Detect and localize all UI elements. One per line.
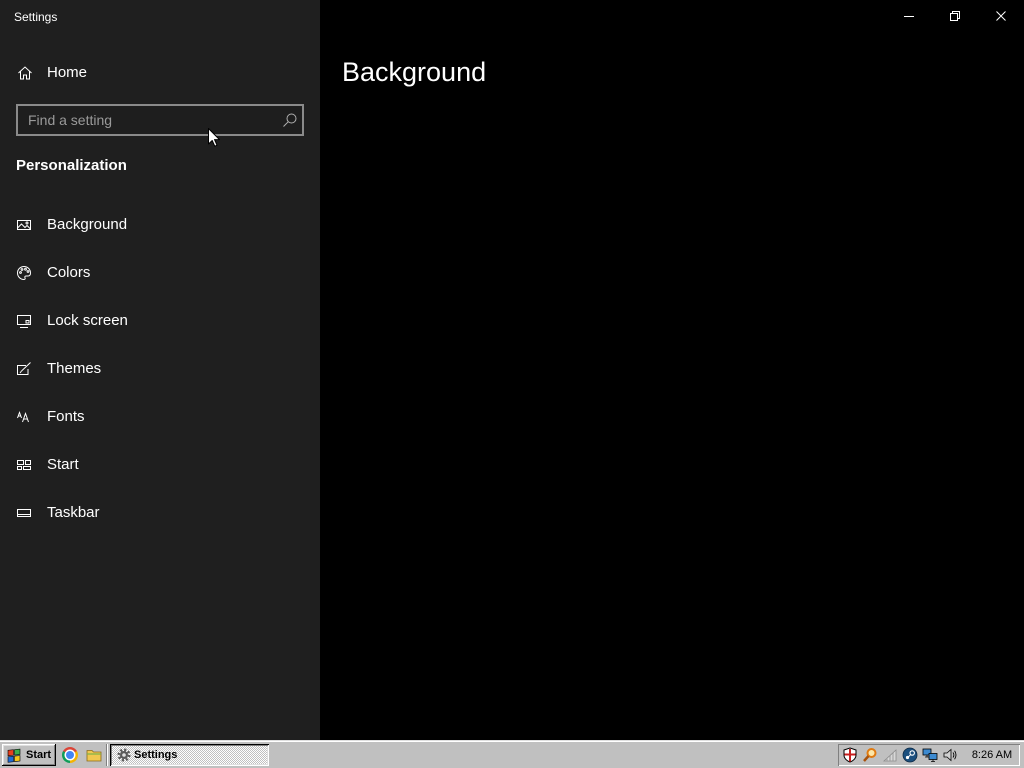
home-icon	[17, 65, 33, 81]
folder-icon[interactable]	[86, 747, 102, 763]
steam-icon[interactable]	[902, 747, 918, 763]
settings-content: Background	[320, 0, 1024, 740]
close-button[interactable]	[978, 0, 1024, 32]
taskbar: Start Settings 8:26 AM	[0, 740, 1024, 768]
search-icon[interactable]	[282, 112, 298, 128]
start-label: Start	[26, 749, 52, 761]
sidebar-item-taskbar[interactable]: Taskbar	[0, 497, 320, 529]
network-icon[interactable]	[922, 747, 938, 763]
sidebar-item-label: Lock screen	[47, 312, 128, 329]
sidebar-item-themes[interactable]: Themes	[0, 353, 320, 385]
tray-clock[interactable]: 8:26 AM	[968, 744, 1016, 766]
sidebar-item-label: Themes	[47, 360, 102, 377]
minimize-button[interactable]	[886, 0, 932, 32]
sidebar-item-start[interactable]: Start	[0, 449, 320, 481]
search-input[interactable]	[28, 106, 278, 134]
desktop-screen: Settings Home Personalization Background	[0, 0, 1024, 768]
search-tool-icon[interactable]	[862, 747, 878, 763]
restore-button[interactable]	[932, 0, 978, 32]
wireless-signal-icon[interactable]	[882, 747, 898, 763]
minimize-icon	[904, 16, 914, 17]
sidebar-item-background[interactable]: Background	[0, 209, 320, 241]
sidebar-item-fonts[interactable]: Fonts	[0, 401, 320, 433]
security-shield-icon[interactable]	[842, 747, 858, 763]
start-tiles-icon	[16, 457, 32, 473]
sidebar-item-label: Fonts	[47, 408, 85, 425]
start-button[interactable]: Start	[2, 744, 56, 766]
volume-icon[interactable]	[942, 747, 958, 763]
lock-screen-icon	[16, 313, 32, 329]
system-tray: 8:26 AM	[838, 744, 1020, 766]
sidebar-item-label: Start	[47, 456, 79, 473]
settings-window: Settings Home Personalization Background	[0, 0, 1024, 740]
windows-flag-icon	[6, 747, 22, 763]
page-title: Background	[342, 57, 487, 87]
sidebar-item-lock-screen[interactable]: Lock screen	[0, 305, 320, 337]
window-controls	[886, 0, 1024, 32]
fonts-icon	[16, 409, 32, 425]
section-title: Personalization	[16, 157, 127, 174]
home-nav-item[interactable]: Home	[0, 57, 320, 89]
mouse-cursor	[208, 128, 220, 147]
home-label: Home	[47, 64, 88, 81]
window-title: Settings	[14, 10, 58, 24]
search-box[interactable]	[16, 104, 304, 136]
sidebar-item-label: Background	[47, 216, 128, 233]
task-button-label: Settings	[134, 749, 178, 761]
picture-icon	[16, 217, 32, 233]
sidebar-item-label: Colors	[47, 264, 91, 281]
themes-icon	[16, 361, 32, 377]
sidebar-item-label: Taskbar	[47, 504, 100, 521]
restore-icon	[950, 11, 960, 21]
close-icon	[996, 11, 1006, 21]
taskbar-separator	[106, 744, 108, 766]
sidebar-item-colors[interactable]: Colors	[0, 257, 320, 289]
palette-icon	[16, 265, 32, 281]
settings-sidebar: Settings Home Personalization Background	[0, 0, 320, 740]
taskbar-icon	[16, 505, 32, 521]
task-button-settings[interactable]: Settings	[110, 744, 269, 766]
chrome-icon[interactable]	[62, 747, 78, 763]
gear-icon	[117, 748, 131, 762]
